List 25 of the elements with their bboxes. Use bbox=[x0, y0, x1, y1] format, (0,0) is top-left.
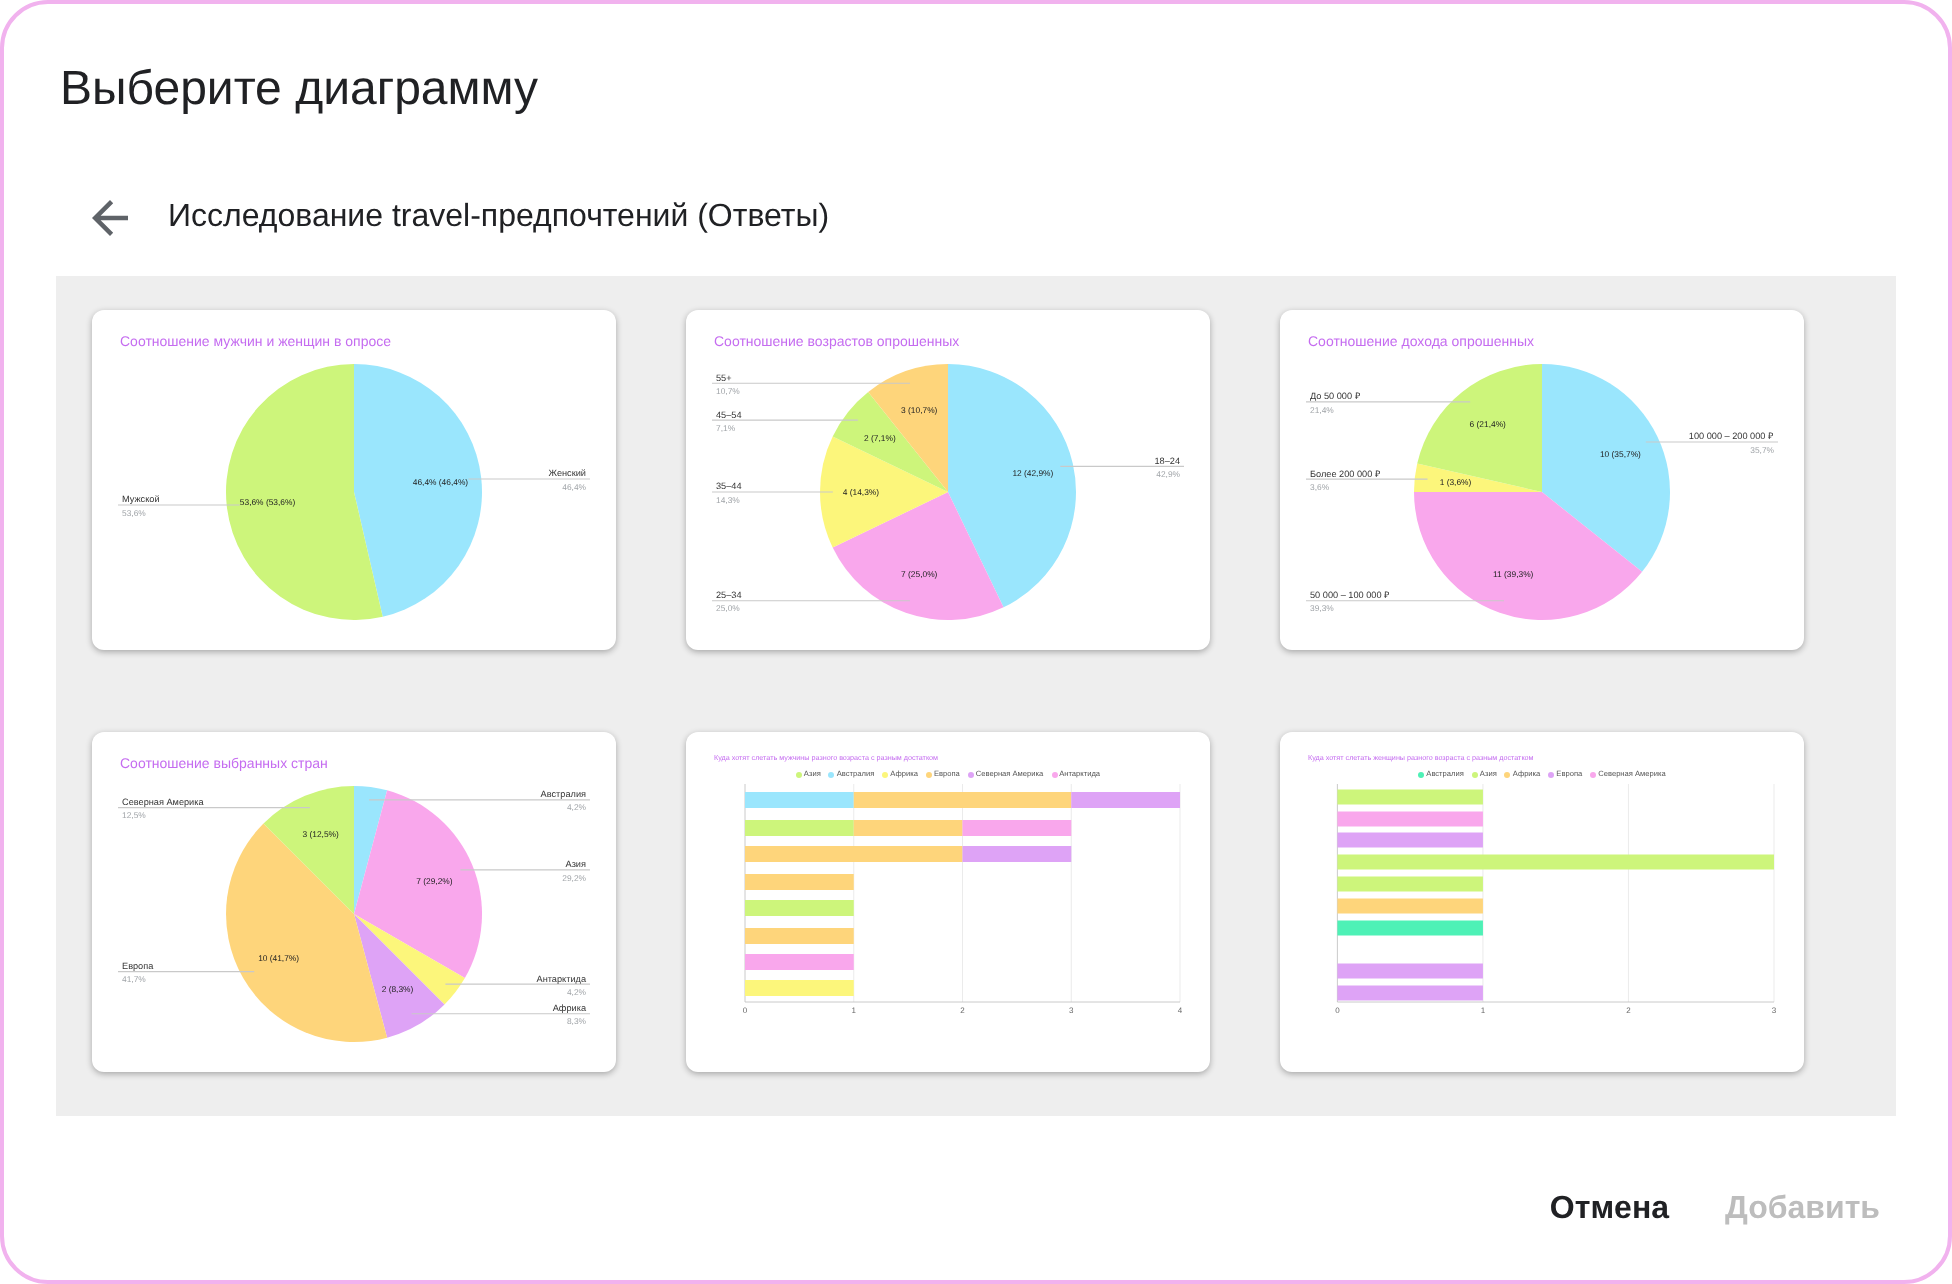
legend-dot-icon bbox=[828, 772, 835, 778]
legend-dot-icon bbox=[925, 772, 932, 778]
arrow-left-icon bbox=[92, 200, 128, 236]
leader-line bbox=[117, 971, 255, 973]
bar-segment bbox=[745, 928, 854, 944]
bar-segment bbox=[745, 980, 854, 996]
legend-dot-icon bbox=[1548, 772, 1555, 778]
legend-dot-icon bbox=[967, 772, 974, 778]
leader-line bbox=[1059, 465, 1185, 467]
cancel-button[interactable]: Отмена bbox=[1533, 1174, 1685, 1246]
dialog-title: Выберите диаграмму bbox=[60, 62, 541, 118]
legend-dot-icon bbox=[795, 772, 802, 778]
legend-dot-icon bbox=[1590, 772, 1597, 778]
bar-segment bbox=[745, 900, 854, 916]
bar-segment bbox=[745, 874, 854, 890]
bar-segment bbox=[745, 954, 854, 970]
legend-dot-icon bbox=[1471, 772, 1478, 778]
leader-line bbox=[1305, 478, 1429, 480]
back-button[interactable] bbox=[90, 198, 130, 238]
legend-dot-icon bbox=[1504, 772, 1511, 778]
legend-dot-icon bbox=[1051, 772, 1058, 778]
spreadsheet-title: Исследование travel-предпочтений (Ответы) bbox=[168, 198, 830, 238]
legend-dot-icon bbox=[882, 772, 889, 778]
leader-line bbox=[459, 869, 591, 871]
legend-dot-icon bbox=[1418, 772, 1425, 778]
